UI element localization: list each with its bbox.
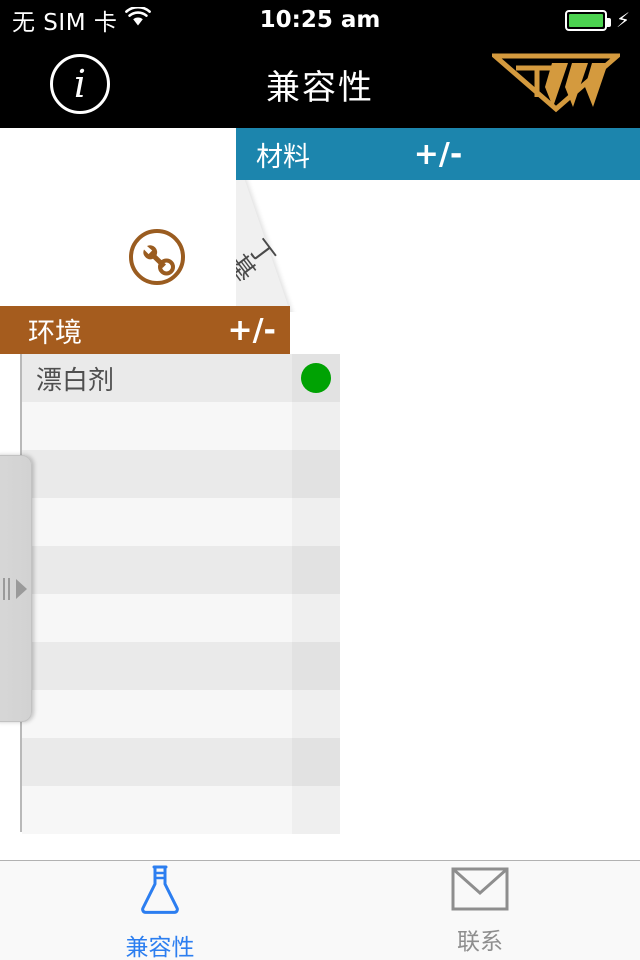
battery-full-icon: [564, 9, 611, 31]
material-header-bar[interactable]: +/- 材料: [236, 128, 640, 180]
environment-plus-minus-button[interactable]: +/-: [227, 306, 276, 354]
table-row-value-cell[interactable]: [292, 642, 340, 690]
tab-contact[interactable]: 联系: [320, 861, 640, 960]
wrench-in-circle-icon: [127, 227, 187, 291]
table-row-value-cell[interactable]: [292, 786, 340, 834]
table-row-value-cell[interactable]: [292, 402, 340, 450]
compatibility-table[interactable]: 漂白剂: [20, 354, 340, 834]
table-row-value-cell[interactable]: [292, 498, 340, 546]
material-column-header[interactable]: 丁基…: [236, 180, 340, 312]
table-row[interactable]: [22, 594, 340, 642]
table-row-value-cell[interactable]: [292, 594, 340, 642]
drawer-handle[interactable]: [0, 455, 32, 722]
table-row[interactable]: 漂白剂: [22, 354, 340, 402]
table-row-value-cell[interactable]: [292, 690, 340, 738]
flask-icon: [131, 860, 189, 922]
table-row[interactable]: [22, 738, 340, 786]
material-header-label: 材料: [256, 141, 310, 173]
table-row-value-cell[interactable]: [292, 738, 340, 786]
status-bar-clock: 10:25 am: [259, 7, 381, 33]
table-row-label: 漂白剂: [36, 365, 115, 396]
material-column-header-tab: 丁基…: [236, 180, 301, 312]
tww-logo: [488, 51, 624, 117]
table-row[interactable]: [22, 786, 340, 834]
material-column-header-label: 丁基…: [236, 231, 281, 300]
environment-header-label: 环境: [28, 317, 82, 349]
triangle-right-icon: [16, 578, 27, 599]
tab-compatibility-label: 兼容性: [125, 934, 195, 960]
table-row-value-cell[interactable]: [292, 546, 340, 594]
app-root: 无 SIM 卡 10:25 am ⚡ i 兼容性 +/- 材料 丁基… 环境 +…: [0, 0, 640, 960]
lightning-bolt-icon: ⚡: [615, 8, 630, 32]
table-row[interactable]: [22, 402, 340, 450]
table-row[interactable]: [22, 690, 340, 738]
environment-header-bar[interactable]: 环境 +/-: [0, 306, 290, 354]
table-row-value-cell[interactable]: [292, 354, 340, 402]
tab-contact-label: 联系: [457, 928, 503, 955]
drawer-handle-grip: [3, 577, 27, 600]
table-row-value-cell[interactable]: [292, 450, 340, 498]
table-row[interactable]: [22, 498, 340, 546]
table-row[interactable]: [22, 642, 340, 690]
nav-bar: i 兼容性: [0, 40, 640, 128]
status-bar-right: ⚡: [564, 0, 630, 40]
envelope-icon: [451, 866, 509, 916]
tab-compatibility[interactable]: 兼容性: [0, 861, 320, 960]
table-row[interactable]: [22, 450, 340, 498]
tab-bar: 兼容性 联系: [0, 860, 640, 960]
status-dot: [301, 363, 331, 393]
table-row[interactable]: [22, 546, 340, 594]
status-bar: 无 SIM 卡 10:25 am ⚡: [0, 0, 640, 40]
